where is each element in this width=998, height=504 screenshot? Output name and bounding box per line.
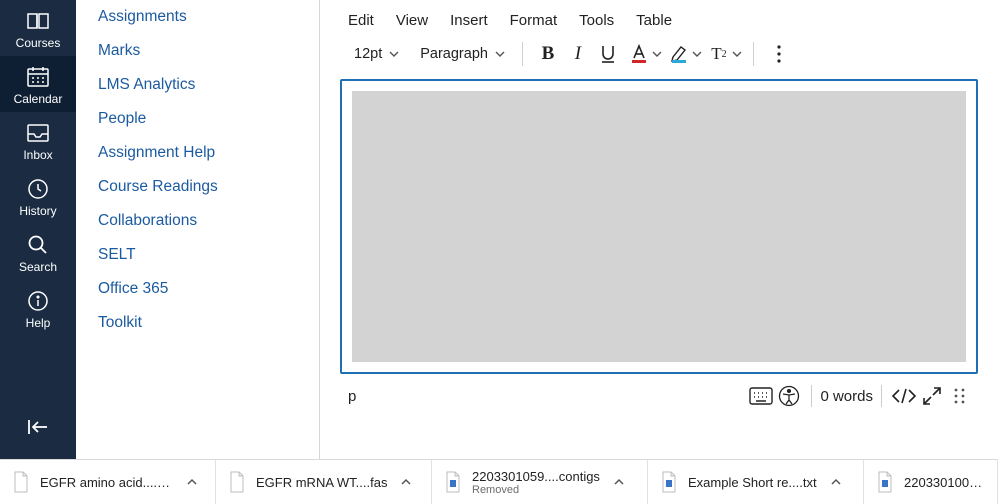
nav-collapse-button[interactable]: [0, 407, 76, 447]
course-nav-collaborations[interactable]: Collaborations: [98, 204, 297, 238]
calendar-icon: [25, 64, 51, 90]
editor-frame: [340, 79, 978, 374]
highlight-button[interactable]: [667, 39, 703, 69]
nav-help[interactable]: Help: [0, 280, 76, 336]
separator: [522, 42, 523, 66]
download-menu-button[interactable]: [606, 476, 632, 488]
highlight-icon: [667, 39, 691, 69]
download-bar: EGFR amino acid....fas EGFR mRNA WT....f…: [0, 459, 998, 504]
chevron-down-icon: [691, 48, 703, 60]
download-name: 2203301059....contigs: [472, 469, 600, 484]
editor-toolbar: 12pt Paragraph B I: [340, 39, 978, 79]
chevron-down-icon: [651, 48, 663, 60]
file-icon: [228, 471, 246, 493]
element-path[interactable]: p: [348, 388, 356, 405]
nav-history[interactable]: History: [0, 168, 76, 224]
superscript-icon: T2: [707, 39, 731, 69]
course-nav-lms-analytics[interactable]: LMS Analytics: [98, 68, 297, 102]
chevron-down-icon: [388, 48, 400, 60]
nav-courses-label: Courses: [16, 36, 61, 50]
download-item[interactable]: 2203301059....contigs Removed: [432, 460, 648, 504]
editor-menubar: Edit View Insert Format Tools Table: [340, 10, 978, 39]
keyboard-shortcuts-button[interactable]: [747, 382, 775, 410]
course-nav-course-readings[interactable]: Course Readings: [98, 170, 297, 204]
superscript-button[interactable]: T2: [707, 39, 743, 69]
course-nav-marks[interactable]: Marks: [98, 34, 297, 68]
download-item[interactable]: EGFR mRNA WT....fas: [216, 460, 432, 504]
file-icon: [12, 471, 30, 493]
menu-tools[interactable]: Tools: [579, 12, 614, 29]
course-nav: Assignments Marks LMS Analytics People A…: [76, 0, 320, 459]
menu-table[interactable]: Table: [636, 12, 672, 29]
download-menu-button[interactable]: [179, 476, 205, 488]
resize-handle[interactable]: [946, 382, 974, 410]
nav-help-label: Help: [26, 316, 51, 330]
menu-edit[interactable]: Edit: [348, 12, 374, 29]
download-menu-button[interactable]: [823, 476, 849, 488]
more-tools-button[interactable]: [764, 39, 794, 69]
course-nav-assignment-help[interactable]: Assignment Help: [98, 136, 297, 170]
course-nav-assignments[interactable]: Assignments: [98, 0, 297, 34]
font-size-select[interactable]: 12pt: [348, 42, 406, 66]
nav-calendar[interactable]: Calendar: [0, 56, 76, 112]
download-status: Removed: [472, 484, 600, 496]
block-type-value: Paragraph: [420, 46, 488, 62]
editor-body[interactable]: [352, 91, 966, 362]
block-type-select[interactable]: Paragraph: [414, 42, 512, 66]
download-menu-button[interactable]: [393, 476, 419, 488]
bold-button[interactable]: B: [533, 39, 563, 69]
file-icon: [660, 471, 678, 493]
inbox-icon: [25, 120, 51, 146]
fullscreen-button[interactable]: [918, 382, 946, 410]
separator: [753, 42, 754, 66]
download-name: 2203301009....co: [904, 475, 987, 490]
menu-insert[interactable]: Insert: [450, 12, 488, 29]
underline-button[interactable]: [593, 39, 623, 69]
menu-view[interactable]: View: [396, 12, 428, 29]
nav-inbox-label: Inbox: [23, 148, 52, 162]
download-name: Example Short re....txt: [688, 475, 817, 490]
search-icon: [26, 232, 50, 258]
editor-panel: Edit View Insert Format Tools Table 12pt…: [320, 0, 998, 459]
clock-icon: [26, 176, 50, 202]
text-color-button[interactable]: [627, 39, 663, 69]
font-size-value: 12pt: [354, 46, 382, 62]
nav-search[interactable]: Search: [0, 224, 76, 280]
global-nav: Courses Calendar Inbox History Search: [0, 0, 76, 459]
chevron-down-icon: [494, 48, 506, 60]
menu-format[interactable]: Format: [510, 12, 558, 29]
download-name: EGFR mRNA WT....fas: [256, 475, 387, 490]
html-view-button[interactable]: [890, 382, 918, 410]
editor-statusbar: p 0 words: [340, 374, 978, 410]
download-item[interactable]: EGFR amino acid....fas: [0, 460, 216, 504]
accessibility-checker-button[interactable]: [775, 382, 803, 410]
course-nav-people[interactable]: People: [98, 102, 297, 136]
course-nav-selt[interactable]: SELT: [98, 238, 297, 272]
file-icon: [444, 471, 462, 493]
course-nav-office365[interactable]: Office 365: [98, 272, 297, 306]
book-icon: [25, 8, 51, 34]
italic-button[interactable]: I: [563, 39, 593, 69]
chevron-down-icon: [731, 48, 743, 60]
separator: [881, 385, 882, 407]
info-icon: [26, 288, 50, 314]
separator: [811, 385, 812, 407]
nav-courses[interactable]: Courses: [0, 0, 76, 56]
nav-history-label: History: [19, 204, 56, 218]
nav-inbox[interactable]: Inbox: [0, 112, 76, 168]
text-color-icon: [627, 39, 651, 69]
course-nav-toolkit[interactable]: Toolkit: [98, 306, 297, 340]
word-count[interactable]: 0 words: [820, 388, 873, 405]
download-name: EGFR amino acid....fas: [40, 475, 173, 490]
nav-calendar-label: Calendar: [14, 92, 63, 106]
nav-search-label: Search: [19, 260, 57, 274]
download-item[interactable]: Example Short re....txt: [648, 460, 864, 504]
file-icon: [876, 471, 894, 493]
download-item[interactable]: 2203301009....co: [864, 460, 998, 504]
